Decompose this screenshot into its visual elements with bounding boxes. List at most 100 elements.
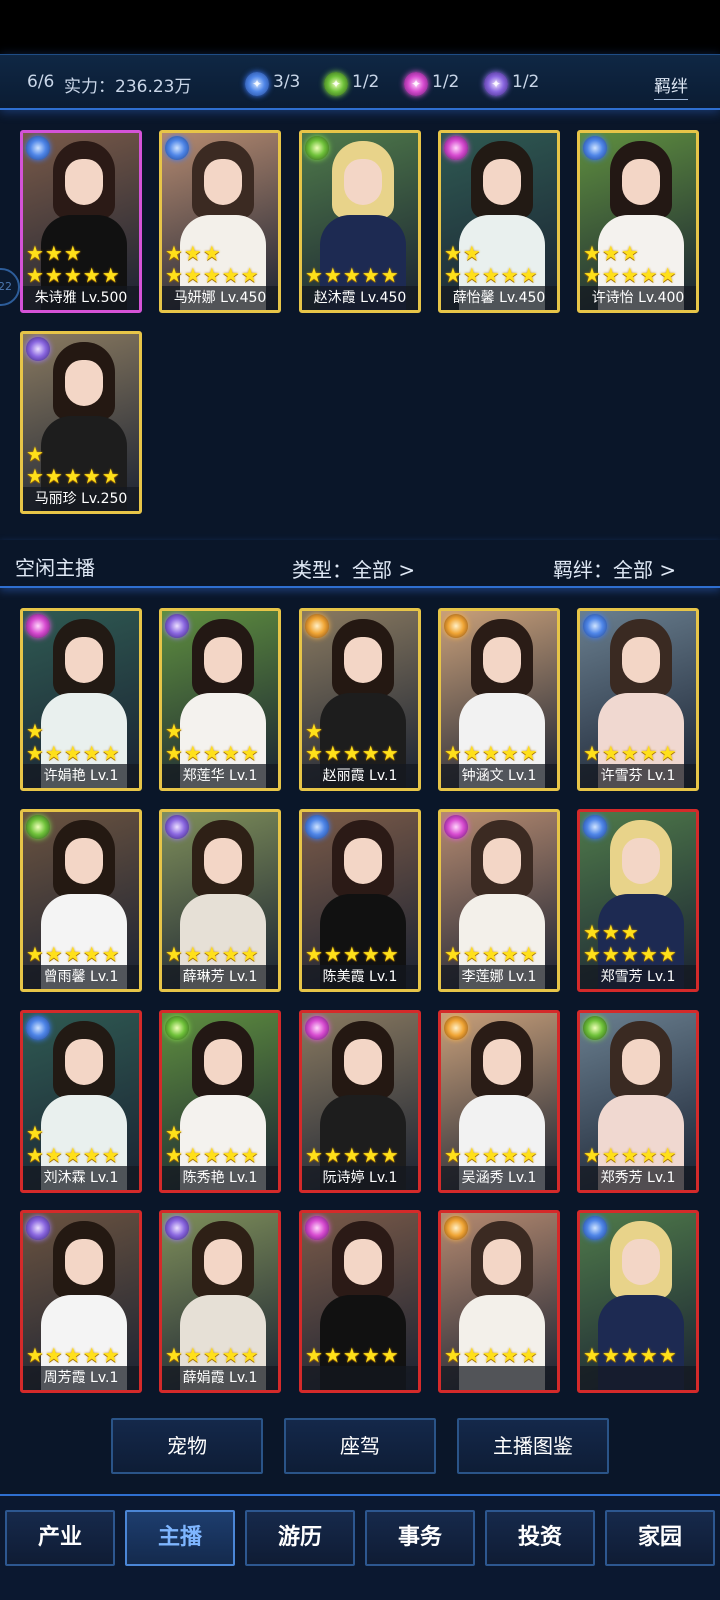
host-name-level: 曾雨馨 Lv.1: [23, 965, 139, 989]
type-filter-button[interactable]: 类型：全部 >: [292, 554, 415, 583]
host-card[interactable]: ★★★★★ 陈美霞 Lv.1: [299, 809, 421, 992]
purple-emblem-icon: [26, 337, 50, 361]
host-gallery-button[interactable]: 主播图鉴: [457, 1418, 609, 1474]
host-name-level: [441, 1366, 557, 1390]
star-rating: ★★ ★★★★★: [444, 241, 539, 287]
purple-emblem-icon: [165, 815, 189, 839]
team-count: 6/6: [27, 72, 55, 92]
nav-host[interactable]: 主播: [125, 1510, 235, 1566]
host-card[interactable]: ★★★★★: [577, 1210, 699, 1393]
host-name-level: 吴涵秀 Lv.1: [441, 1166, 557, 1190]
purple-emblem-icon: [484, 72, 508, 96]
purple-emblem-icon: [26, 1216, 50, 1240]
host-card[interactable]: ★★★★★ 薛琳芳 Lv.1: [159, 809, 281, 992]
star-rating: ★ ★★★★★: [26, 1121, 121, 1167]
host-card[interactable]: ★★★ ★★★★★ 朱诗雅 Lv.500: [20, 130, 142, 313]
host-card[interactable]: ★★★★★ 郑秀芳 Lv.1: [577, 1010, 699, 1193]
star-rating: ★★★★★: [165, 1343, 260, 1367]
bond-link-button[interactable]: 羁绊: [654, 72, 688, 100]
blue-emblem-icon: [245, 72, 269, 96]
host-card[interactable]: ★★★ ★★★★★ 马妍娜 Lv.450: [159, 130, 281, 313]
star-rating: ★★★★★: [444, 1343, 539, 1367]
host-name-level: 马丽珍 Lv.250: [23, 487, 139, 511]
host-card[interactable]: ★ ★★★★★ 陈秀艳 Lv.1: [159, 1010, 281, 1193]
host-card[interactable]: ★★★★★ 薛娟霞 Lv.1: [159, 1210, 281, 1393]
host-card[interactable]: ★★★★★: [438, 1210, 560, 1393]
green-emblem-icon: [583, 1016, 607, 1040]
bond-count-green: 1/2: [352, 72, 380, 92]
host-card[interactable]: ★★★★★ 周芳霞 Lv.1: [20, 1210, 142, 1393]
host-card[interactable]: ★★★★★ 李莲娜 Lv.1: [438, 809, 560, 992]
pink-emblem-icon: [305, 1216, 329, 1240]
star-rating: ★★★★★: [305, 1143, 400, 1167]
power-value: 实力：236.23万: [64, 77, 192, 97]
host-name-level: [302, 1366, 418, 1390]
nav-invest[interactable]: 投资: [485, 1510, 595, 1566]
star-rating: ★ ★★★★★: [165, 719, 260, 765]
host-card[interactable]: ★ ★★★★★ 许娟艳 Lv.1: [20, 608, 142, 791]
host-card[interactable]: ★ ★★★★★ 刘沐霖 Lv.1: [20, 1010, 142, 1193]
nav-travel[interactable]: 游历: [245, 1510, 355, 1566]
pink-emblem-icon: [26, 614, 50, 638]
host-name-level: 马妍娜 Lv.450: [162, 286, 278, 310]
host-card[interactable]: ★★★ ★★★★★ 郑雪芳 Lv.1: [577, 809, 699, 992]
pink-emblem-icon: [444, 815, 468, 839]
host-card[interactable]: ★★★★★ 吴涵秀 Lv.1: [438, 1010, 560, 1193]
team-stats-bar: 6/6 实力：236.23万 3/3 1/2 1/2 1/2 羁绊: [0, 54, 720, 110]
orange-emblem-icon: [444, 614, 468, 638]
purple-emblem-icon: [165, 614, 189, 638]
star-rating: ★★★★★: [26, 942, 121, 966]
host-card[interactable]: ★ ★★★★★ 郑莲华 Lv.1: [159, 608, 281, 791]
star-rating: ★★★★★: [583, 741, 678, 765]
host-name-level: 周芳霞 Lv.1: [23, 1366, 139, 1390]
host-card[interactable]: ★★★ ★★★★★ 许诗怡 Lv.400: [577, 130, 699, 313]
host-name-level: 薛娟霞 Lv.1: [162, 1366, 278, 1390]
host-name-level: 薛琳芳 Lv.1: [162, 965, 278, 989]
host-name-level: 郑莲华 Lv.1: [162, 764, 278, 788]
host-card[interactable]: ★★★★★: [299, 1210, 421, 1393]
nav-affairs[interactable]: 事务: [365, 1510, 475, 1566]
nav-industry[interactable]: 产业: [5, 1510, 115, 1566]
orange-emblem-icon: [444, 1216, 468, 1240]
pink-emblem-icon: [404, 72, 428, 96]
pet-button[interactable]: 宠物: [111, 1418, 263, 1474]
host-name-level: 许诗怡 Lv.400: [580, 286, 696, 310]
host-name-level: 郑雪芳 Lv.1: [580, 965, 696, 989]
star-rating: ★★★★★: [583, 1143, 678, 1167]
status-bar: [0, 0, 720, 54]
nav-home[interactable]: 家园: [605, 1510, 715, 1566]
blue-emblem-icon: [26, 136, 50, 160]
star-rating: ★★★★★: [444, 1143, 539, 1167]
host-card[interactable]: ★★★★★ 赵沐霞 Lv.450: [299, 130, 421, 313]
host-card[interactable]: ★ ★★★★★ 赵丽霞 Lv.1: [299, 608, 421, 791]
host-name-level: 李莲娜 Lv.1: [441, 965, 557, 989]
blue-emblem-icon: [305, 815, 329, 839]
idle-hosts-header: 空闲主播 类型：全部 > 羁绊：全部 >: [0, 540, 720, 588]
orange-emblem-icon: [305, 614, 329, 638]
star-rating: ★★★ ★★★★★: [165, 241, 260, 287]
mount-button[interactable]: 座驾: [284, 1418, 436, 1474]
green-emblem-icon: [305, 136, 329, 160]
green-emblem-icon: [26, 815, 50, 839]
host-name-level: 郑秀芳 Lv.1: [580, 1166, 696, 1190]
host-name-level: [580, 1366, 696, 1390]
host-name-level: 许雪芬 Lv.1: [580, 764, 696, 788]
host-card[interactable]: ★★★★★ 曾雨馨 Lv.1: [20, 809, 142, 992]
blue-emblem-icon: [165, 136, 189, 160]
blue-emblem-icon: [26, 1016, 50, 1040]
host-card[interactable]: ★★★★★ 阮诗婷 Lv.1: [299, 1010, 421, 1193]
star-rating: ★★★★★: [305, 942, 400, 966]
host-name-level: 许娟艳 Lv.1: [23, 764, 139, 788]
star-rating: ★★★ ★★★★★: [583, 920, 678, 966]
pink-emblem-icon: [444, 136, 468, 160]
host-name-level: 赵沐霞 Lv.450: [302, 286, 418, 310]
star-rating: ★★★★★: [444, 942, 539, 966]
host-card[interactable]: ★★★★★ 许雪芬 Lv.1: [577, 608, 699, 791]
idle-hosts-title: 空闲主播: [15, 556, 95, 580]
host-card[interactable]: ★★★★★ 钟涵文 Lv.1: [438, 608, 560, 791]
side-pull-tab[interactable]: 22: [0, 268, 20, 306]
host-card[interactable]: ★ ★★★★★ 马丽珍 Lv.250: [20, 331, 142, 514]
bond-filter-button[interactable]: 羁绊：全部 >: [553, 554, 676, 583]
host-card[interactable]: ★★ ★★★★★ 薛怡馨 Lv.450: [438, 130, 560, 313]
host-name-level: 钟涵文 Lv.1: [441, 764, 557, 788]
